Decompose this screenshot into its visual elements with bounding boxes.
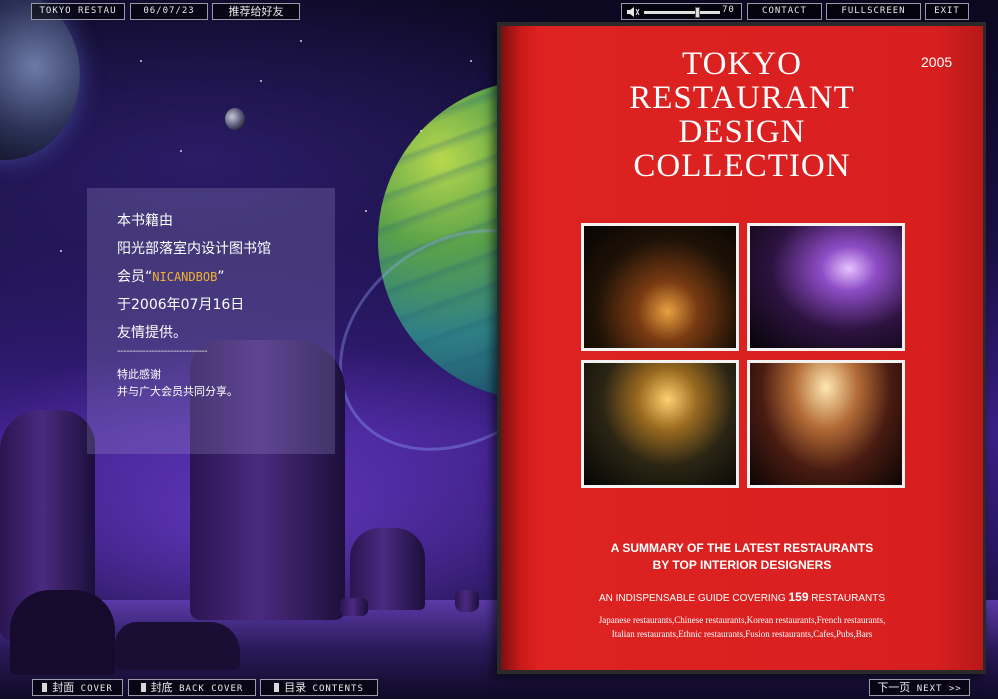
thanks-line-2: 并与广大会员共同分享。 — [117, 385, 238, 398]
cover-button-cn: 封面 — [52, 681, 75, 694]
info-line-3-prefix: 会员“ — [117, 269, 153, 285]
contact-button[interactable]: CONTACT — [747, 3, 822, 20]
square-icon — [274, 683, 280, 692]
star — [365, 210, 367, 212]
cover-guide-suffix: RESTAURANTS — [808, 593, 886, 604]
cover-guide: AN INDISPENSABLE GUIDE COVERING 159 REST… — [501, 590, 983, 604]
divider: ----------------------------- — [117, 346, 208, 357]
star — [180, 150, 182, 152]
contents-button[interactable]: 目录 CONTENTS — [260, 679, 378, 696]
rock — [115, 622, 240, 670]
star — [260, 80, 262, 82]
restaurant-photo — [581, 360, 739, 488]
cover-list-line-2: Italian restaurants,Ethnic restaurants,F… — [611, 629, 873, 639]
square-icon — [42, 683, 48, 692]
volume-slider-track[interactable] — [644, 11, 720, 14]
recommend-to-friend-button[interactable]: 推荐给好友 — [212, 3, 300, 20]
volume-control[interactable]: 70 — [621, 3, 742, 20]
cover-button[interactable]: 封面 COVER — [32, 679, 123, 696]
star — [420, 130, 422, 132]
back-cover-button-en: BACK COVER — [172, 684, 244, 694]
exit-button[interactable]: EXIT — [925, 3, 969, 20]
back-cover-button[interactable]: 封底 BACK COVER — [128, 679, 256, 696]
book-viewer[interactable]: 2005 TOKYO RESTAURANT DESIGN COLLECTION … — [497, 22, 986, 674]
info-line-3-suffix: ” — [217, 269, 225, 285]
thanks-line-1: 特此感谢 — [117, 368, 161, 381]
info-line-5: 友情提供。 — [117, 325, 187, 341]
next-page-button-en: NEXT >> — [910, 684, 962, 694]
cover-title-line-4: COLLECTION — [633, 148, 851, 184]
contributor-info-panel: 本书籍由 阳光部落室内设计图书馆 会员“NICANDBOB” 于2006年07月… — [87, 188, 335, 454]
contents-button-en: CONTENTS — [306, 684, 364, 694]
star — [60, 250, 62, 252]
book-title-box: TOKYO RESTAU — [31, 3, 125, 20]
rock — [10, 590, 115, 675]
cover-button-en: COVER — [74, 684, 113, 694]
cover-subtitle-line-2: BY TOP INTERIOR DESIGNERS — [652, 558, 832, 572]
cover-subtitle-line-1: A SUMMARY OF THE LATEST RESTAURANTS — [610, 541, 874, 555]
member-name: NICANDBOB — [152, 270, 218, 284]
star — [470, 60, 472, 62]
cover-guide-prefix: AN INDISPENSABLE GUIDE COVERING — [598, 593, 789, 604]
cover-guide-count: 159 — [788, 590, 809, 604]
moon-large — [0, 0, 80, 160]
contents-button-cn: 目录 — [284, 681, 307, 694]
info-line-2: 阳光部落室内设计图书馆 — [117, 241, 271, 257]
rock — [340, 598, 368, 616]
restaurant-photo — [581, 223, 739, 351]
square-icon — [140, 683, 146, 692]
info-line-4: 于2006年07月16日 — [117, 297, 245, 313]
cover-title-line-2: RESTAURANT — [629, 80, 855, 116]
star — [140, 60, 142, 62]
star — [300, 40, 302, 42]
cover-title-line-3: DESIGN — [678, 114, 806, 150]
date-box: 06/07/23 — [130, 3, 208, 20]
book-cover[interactable]: 2005 TOKYO RESTAURANT DESIGN COLLECTION … — [501, 26, 983, 670]
volume-value: 70 — [722, 5, 735, 15]
speaker-icon[interactable] — [626, 6, 640, 18]
next-page-button-cn: 下一页 — [877, 681, 911, 694]
cover-list-line-1: Japanese restaurants,Chinese restaurants… — [598, 615, 886, 625]
volume-slider-handle[interactable] — [694, 7, 700, 18]
next-page-button[interactable]: 下一页 NEXT >> — [869, 679, 970, 696]
fullscreen-button[interactable]: FULLSCREEN — [826, 3, 921, 20]
moon-small — [225, 108, 245, 130]
restaurant-photo — [747, 223, 905, 351]
rock — [455, 590, 479, 612]
cover-title-line-1: TOKYO — [682, 46, 802, 82]
info-line-1: 本书籍由 — [117, 213, 173, 229]
restaurant-photo — [747, 360, 905, 488]
back-cover-button-cn: 封底 — [150, 681, 173, 694]
info-line-3: 会员“NICANDBOB” — [117, 266, 225, 286]
